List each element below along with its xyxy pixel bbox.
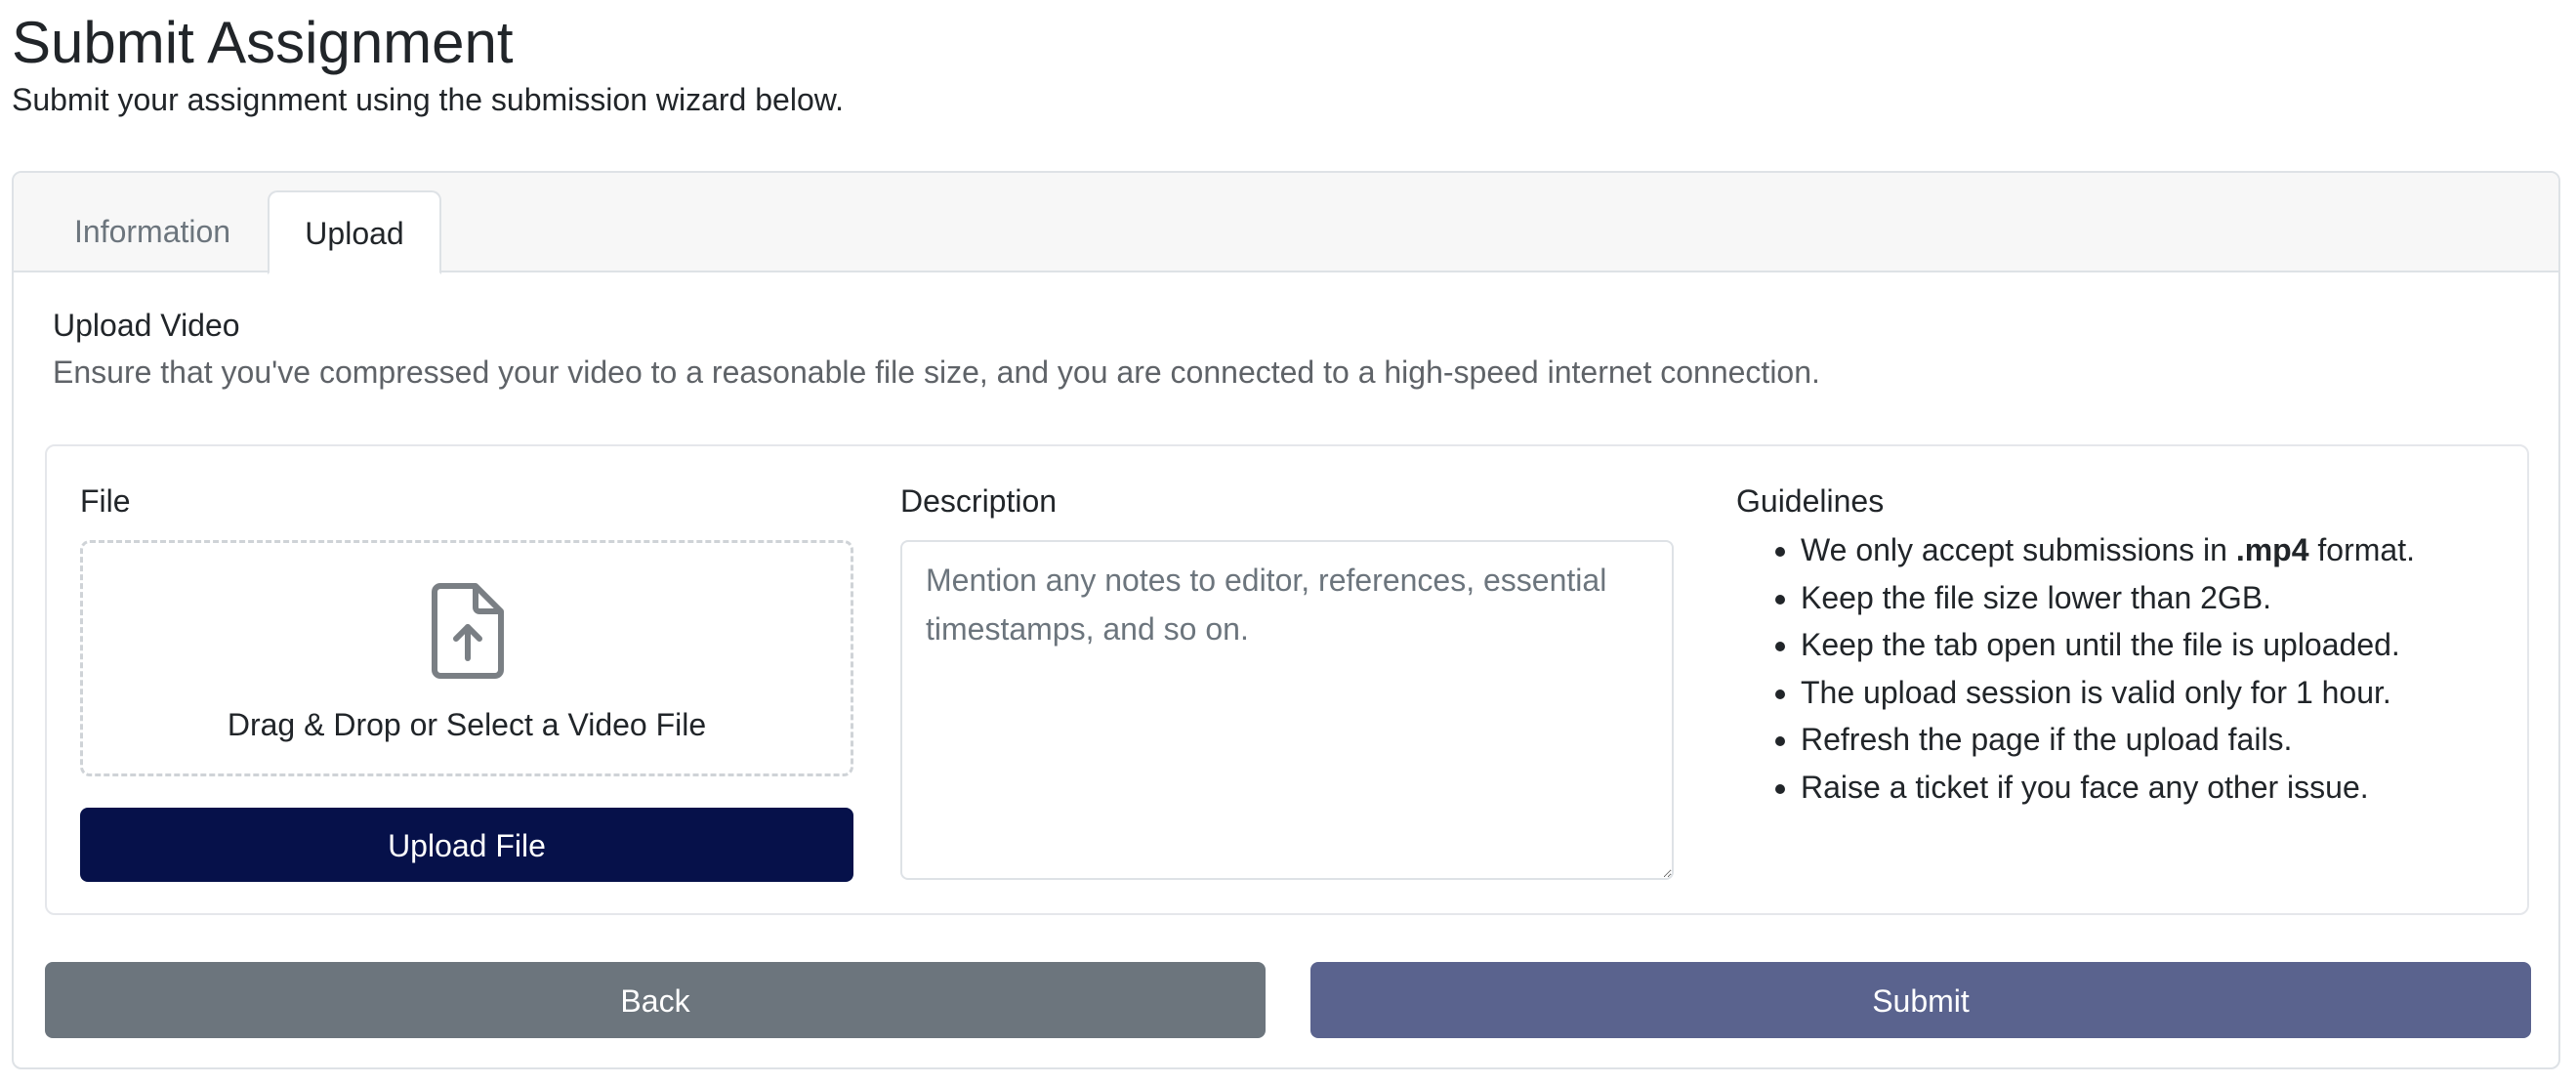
tab-information[interactable]: Information xyxy=(41,190,264,272)
guideline-item: The upload session is valid only for 1 h… xyxy=(1801,669,2415,717)
guideline-item: We only accept submissions in .mp4 forma… xyxy=(1801,526,2415,574)
upload-file-button[interactable]: Upload File xyxy=(80,808,853,882)
guideline-item: Raise a ticket if you face any other iss… xyxy=(1801,764,2415,812)
guideline-format: .mp4 xyxy=(2235,532,2309,567)
submit-button[interactable]: Submit xyxy=(1310,962,2531,1038)
file-upload-icon xyxy=(431,582,505,680)
description-textarea[interactable] xyxy=(900,540,1674,880)
page-subtitle: Submit your assignment using the submiss… xyxy=(12,82,844,117)
dropzone-text: Drag & Drop or Select a Video File xyxy=(227,707,707,742)
page-title: Submit Assignment xyxy=(12,10,514,75)
back-button[interactable]: Back xyxy=(45,962,1266,1038)
guideline-item: Keep the tab open until the file is uplo… xyxy=(1801,621,2415,669)
guidelines-list: We only accept submissions in .mp4 forma… xyxy=(1736,526,2415,811)
page: Submit Assignment Submit your assignment… xyxy=(0,0,2576,1086)
description-label: Description xyxy=(900,483,1058,519)
file-dropzone[interactable]: Drag & Drop or Select a Video File xyxy=(80,540,853,776)
submission-wizard-card: Information Upload Upload Video Ensure t… xyxy=(12,171,2560,1069)
guideline-text: We only accept submissions in xyxy=(1801,532,2236,567)
tab-bar: Information Upload xyxy=(14,173,2558,274)
guideline-item: Keep the file size lower than 2GB. xyxy=(1801,574,2415,622)
guidelines-label: Guidelines xyxy=(1736,483,1885,519)
guideline-text: format. xyxy=(2308,532,2415,567)
file-label: File xyxy=(80,483,131,519)
tab-upload[interactable]: Upload xyxy=(268,190,441,274)
upload-form-panel: File Drag & Drop or Select a Video File … xyxy=(45,444,2529,915)
upload-section-title: Upload Video xyxy=(53,308,240,343)
guideline-item: Refresh the page if the upload fails. xyxy=(1801,716,2415,764)
upload-section-description: Ensure that you've compressed your video… xyxy=(53,355,1820,390)
